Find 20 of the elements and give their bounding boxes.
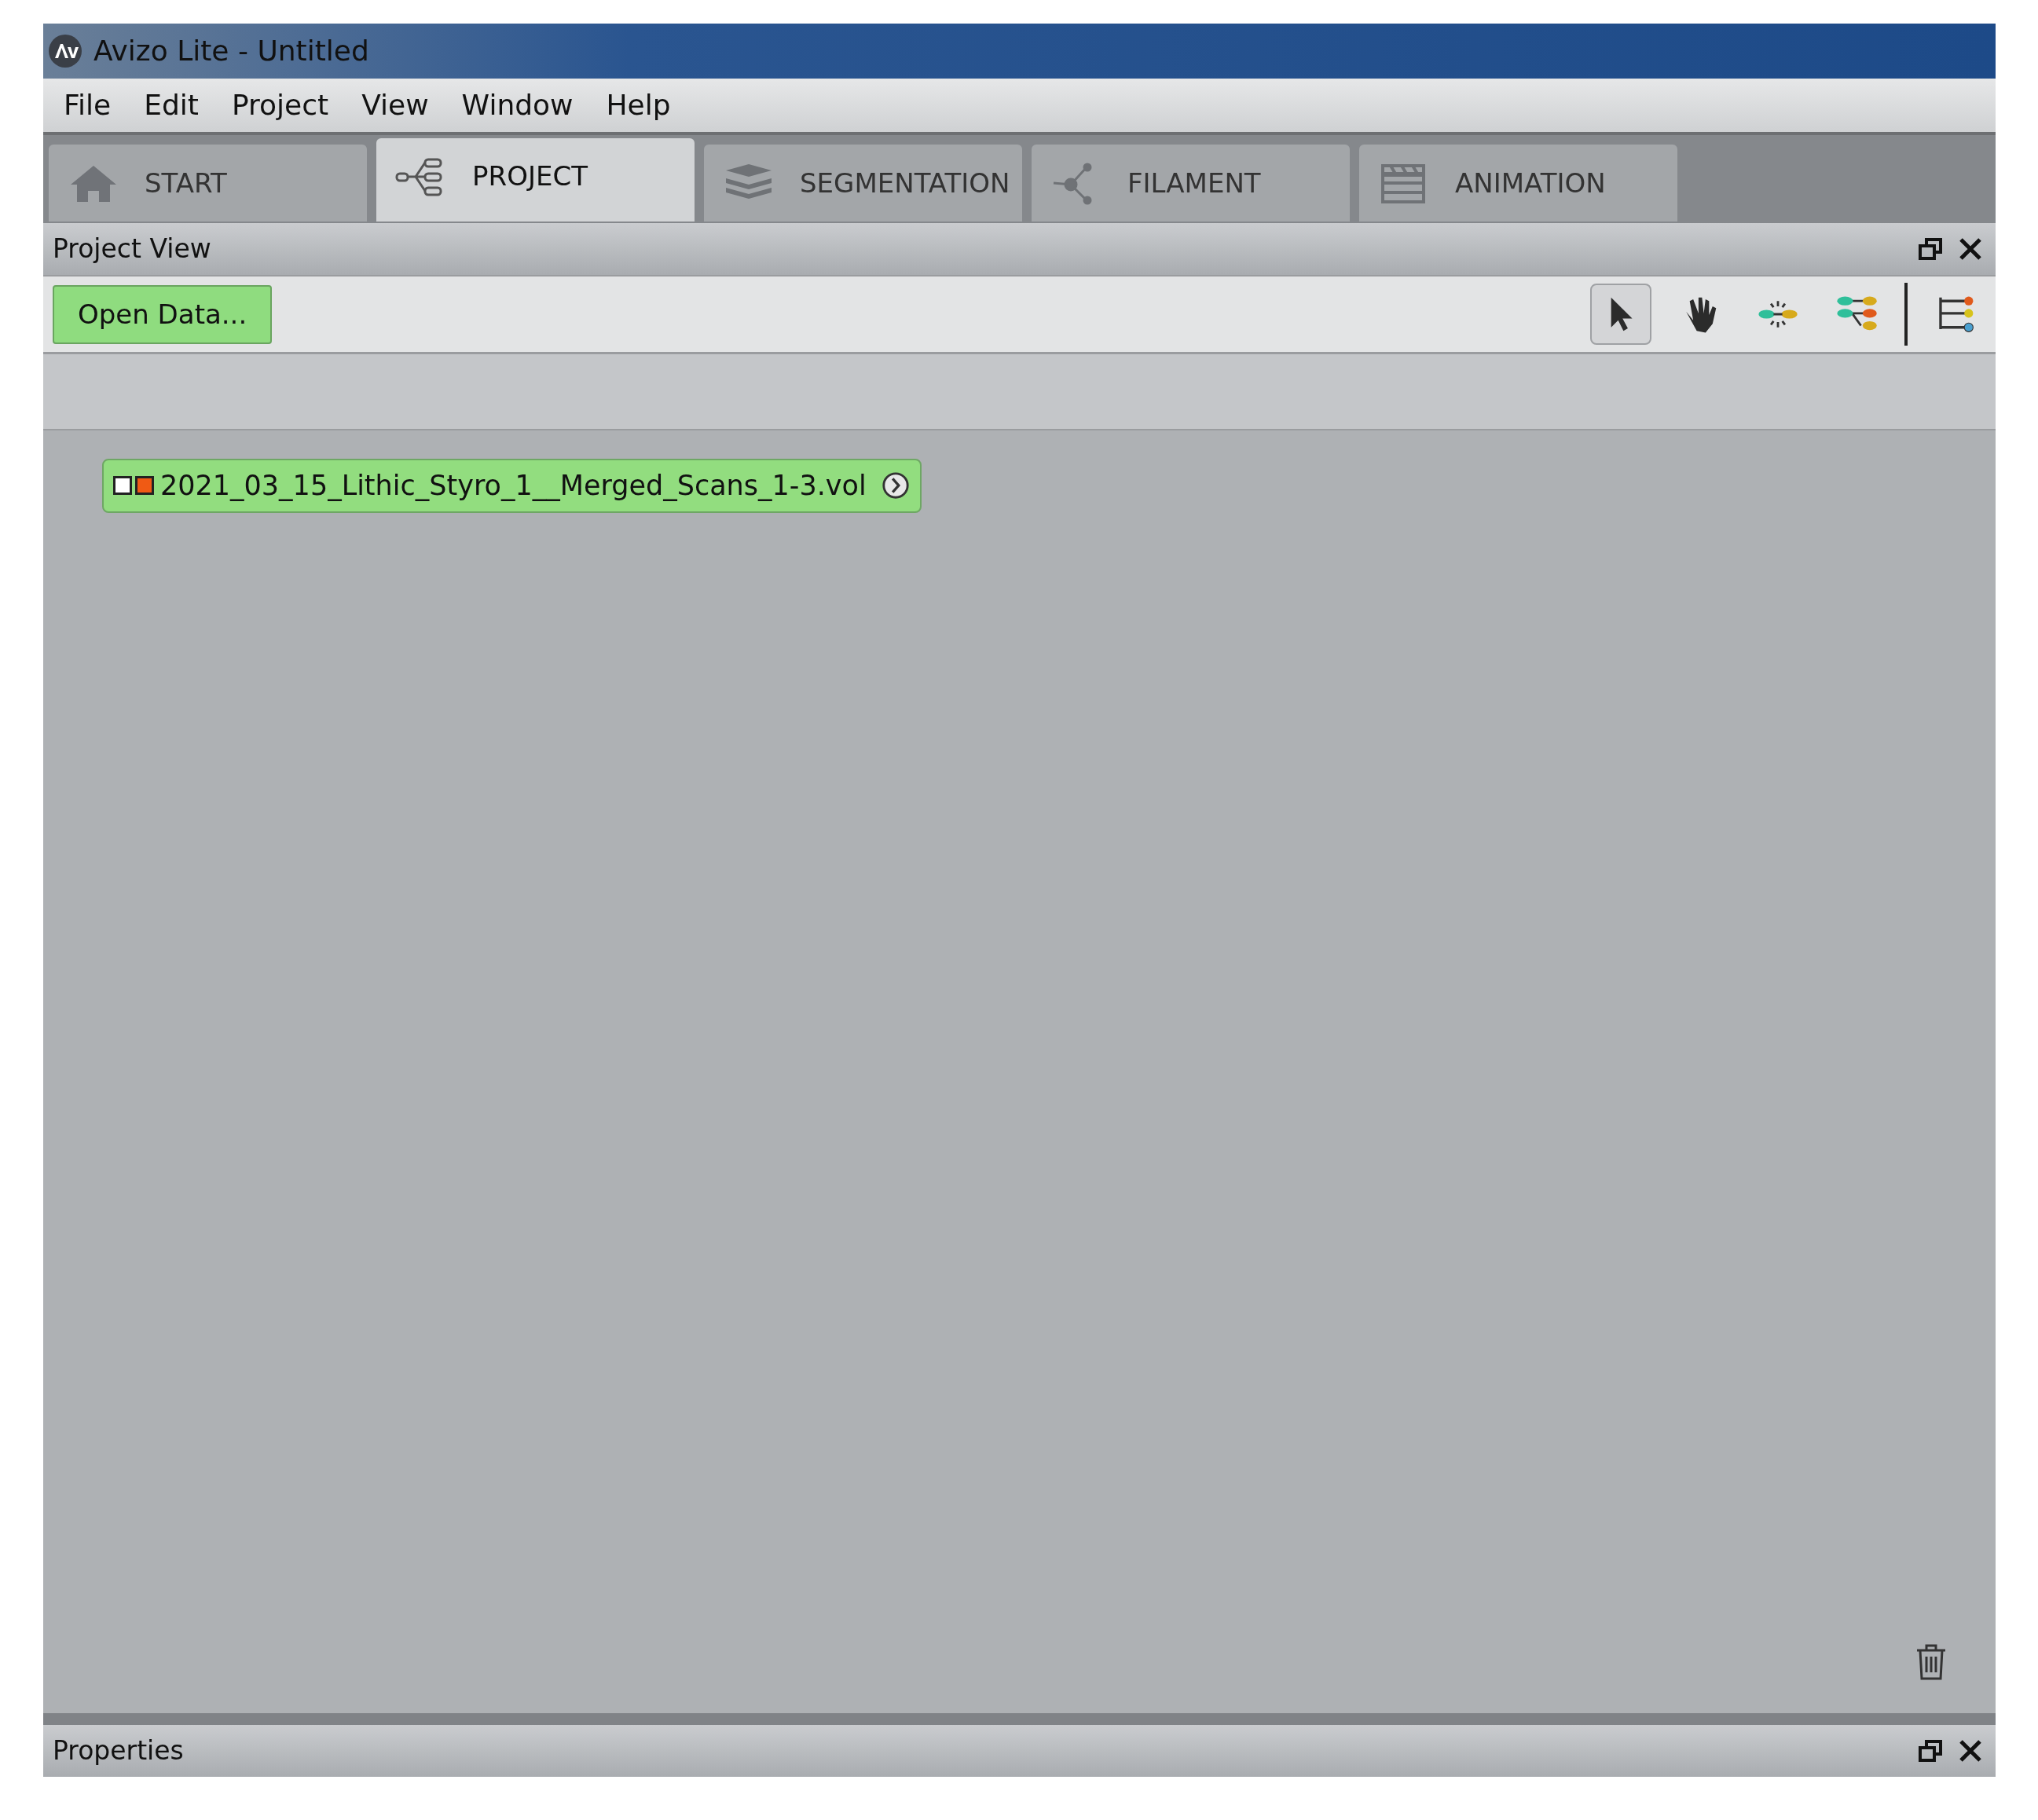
panel-title: Project View — [53, 233, 211, 266]
chevron-circle-icon — [880, 471, 911, 501]
window-title: Avizo Lite - Untitled — [93, 34, 369, 68]
data-node[interactable]: 2021_03_15_Lithic_Styro_1__Merged_Scans_1-3.vol — [102, 459, 922, 513]
menu-item[interactable]: File — [48, 84, 129, 126]
panel-title: Properties — [53, 1734, 184, 1768]
menu-item[interactable]: Help — [590, 84, 688, 126]
menu-item[interactable]: Edit — [128, 84, 216, 126]
tool-button[interactable] — [1590, 284, 1651, 345]
app-logo-icon — [48, 34, 82, 68]
data-node-label: 2021_03_15_Lithic_Styro_1__Merged_Scans_1-3.vol — [160, 469, 867, 503]
tab[interactable]: ANIMATION — [1359, 145, 1677, 222]
tab[interactable]: START — [49, 145, 367, 222]
open-data-button[interactable]: Open Data... — [53, 284, 273, 344]
menu-item[interactable]: Project — [215, 84, 346, 126]
menu-item[interactable]: View — [346, 84, 446, 126]
tab[interactable]: SEGMENTATION — [704, 145, 1022, 222]
tab[interactable]: PROJECT — [376, 138, 695, 222]
tab[interactable]: FILAMENT — [1032, 145, 1350, 222]
menu-item[interactable]: Window — [445, 84, 591, 126]
